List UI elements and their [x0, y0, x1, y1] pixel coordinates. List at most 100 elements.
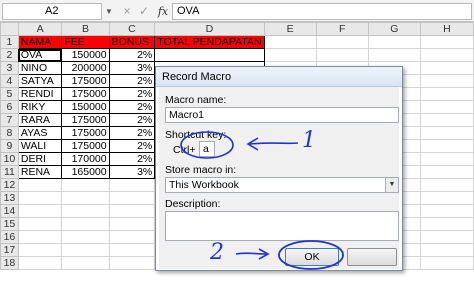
cancel-button[interactable] — [347, 248, 397, 266]
formula-input[interactable]: OVA — [172, 3, 472, 20]
cell[interactable] — [263, 48, 317, 62]
chevron-down-icon[interactable]: ▼ — [385, 178, 398, 192]
cell[interactable] — [419, 243, 474, 257]
row-header[interactable]: 10 — [0, 152, 19, 166]
row-header[interactable]: 17 — [0, 243, 19, 257]
cell[interactable] — [61, 243, 110, 257]
row-header[interactable]: 14 — [0, 204, 19, 218]
cell[interactable] — [419, 256, 474, 270]
cell[interactable] — [17, 256, 63, 270]
cell[interactable]: 2% — [108, 74, 156, 88]
cell[interactable] — [419, 61, 474, 75]
cell[interactable] — [108, 243, 156, 257]
cell[interactable] — [61, 217, 110, 231]
description-textarea[interactable] — [165, 211, 399, 241]
cell[interactable] — [419, 204, 474, 218]
cell[interactable] — [263, 35, 317, 49]
cell[interactable] — [419, 48, 474, 62]
cell[interactable]: 150000 — [61, 48, 110, 62]
cell[interactable] — [61, 204, 110, 218]
cell[interactable] — [315, 35, 369, 49]
macro-name-input[interactable]: Macro1 — [165, 107, 399, 123]
cell[interactable] — [315, 48, 369, 62]
cell[interactable]: 175000 — [61, 87, 110, 101]
cell[interactable] — [154, 48, 265, 62]
cell[interactable]: 200000 — [61, 61, 110, 75]
column-header[interactable]: D — [154, 22, 265, 36]
cell[interactable] — [108, 191, 156, 205]
cell[interactable] — [419, 100, 474, 114]
cell[interactable]: 175000 — [61, 74, 110, 88]
cell[interactable] — [419, 165, 474, 179]
header-cell[interactable]: NAMA — [17, 35, 63, 49]
row-header[interactable]: 8 — [0, 126, 19, 140]
cell[interactable]: RENA — [17, 165, 63, 179]
cell[interactable] — [17, 217, 63, 231]
cell[interactable]: 3% — [108, 165, 156, 179]
header-cell[interactable]: BONUS — [108, 35, 156, 49]
cell[interactable] — [108, 217, 156, 231]
row-header[interactable]: 7 — [0, 113, 19, 127]
cell[interactable] — [419, 178, 474, 192]
cell[interactable] — [419, 113, 474, 127]
column-header[interactable]: H — [419, 22, 474, 36]
cell[interactable] — [17, 243, 63, 257]
dialog-titlebar[interactable]: Record Macro — [156, 67, 402, 87]
row-header[interactable]: 4 — [0, 74, 19, 88]
cell[interactable] — [419, 191, 474, 205]
row-header[interactable]: 9 — [0, 139, 19, 153]
cell[interactable]: 2% — [108, 100, 156, 114]
cell[interactable] — [419, 74, 474, 88]
cell[interactable]: RENDI — [17, 87, 63, 101]
column-header[interactable]: F — [315, 22, 369, 36]
column-header[interactable]: A — [17, 22, 63, 36]
enter-entry-icon[interactable]: ✓ — [137, 3, 151, 20]
header-cell[interactable]: FEE — [61, 35, 110, 49]
cell[interactable] — [61, 256, 110, 270]
cell[interactable] — [419, 87, 474, 101]
row-header[interactable]: 15 — [0, 217, 19, 231]
cell[interactable]: AYAS — [17, 126, 63, 140]
row-header[interactable]: 18 — [0, 256, 19, 270]
cell[interactable] — [108, 230, 156, 244]
row-header[interactable]: 12 — [0, 178, 19, 192]
cell[interactable] — [419, 126, 474, 140]
cancel-entry-icon[interactable]: × — [120, 3, 134, 20]
cell[interactable]: 150000 — [61, 100, 110, 114]
cell[interactable]: 170000 — [61, 152, 110, 166]
cell[interactable]: 175000 — [61, 113, 110, 127]
cell[interactable] — [419, 152, 474, 166]
insert-function-button[interactable]: fx — [155, 3, 171, 20]
cell[interactable]: RARA — [17, 113, 63, 127]
header-cell[interactable]: TOTAL PENDAPATAN — [154, 35, 265, 49]
cell[interactable] — [108, 204, 156, 218]
cell[interactable] — [419, 35, 474, 49]
cell[interactable] — [419, 139, 474, 153]
cell[interactable]: NINO — [17, 61, 63, 75]
cell[interactable]: 3% — [108, 61, 156, 75]
cell[interactable]: RIKY — [17, 100, 63, 114]
column-header[interactable]: G — [367, 22, 421, 36]
cell[interactable]: 175000 — [61, 139, 110, 153]
cell[interactable] — [17, 204, 63, 218]
cell[interactable] — [419, 217, 474, 231]
cell[interactable]: 2% — [108, 139, 156, 153]
shortcut-key-input[interactable]: a — [199, 141, 215, 157]
cell[interactable] — [17, 191, 63, 205]
cell[interactable] — [419, 230, 474, 244]
column-header[interactable]: E — [263, 22, 317, 36]
cell[interactable]: 2% — [108, 87, 156, 101]
name-box-dropdown-icon[interactable]: ▼ — [104, 3, 114, 20]
cell[interactable]: DERI — [17, 152, 63, 166]
cell[interactable] — [61, 230, 110, 244]
row-header[interactable]: 16 — [0, 230, 19, 244]
row-header[interactable]: 2 — [0, 48, 19, 62]
cell[interactable]: 175000 — [61, 126, 110, 140]
cell[interactable]: 2% — [108, 152, 156, 166]
row-header[interactable]: 6 — [0, 100, 19, 114]
store-macro-select[interactable]: This Workbook ▼ — [165, 177, 399, 193]
row-header[interactable]: 11 — [0, 165, 19, 179]
name-box[interactable]: A2 — [2, 3, 102, 20]
row-header[interactable]: 5 — [0, 87, 19, 101]
cell[interactable]: 2% — [108, 48, 156, 62]
